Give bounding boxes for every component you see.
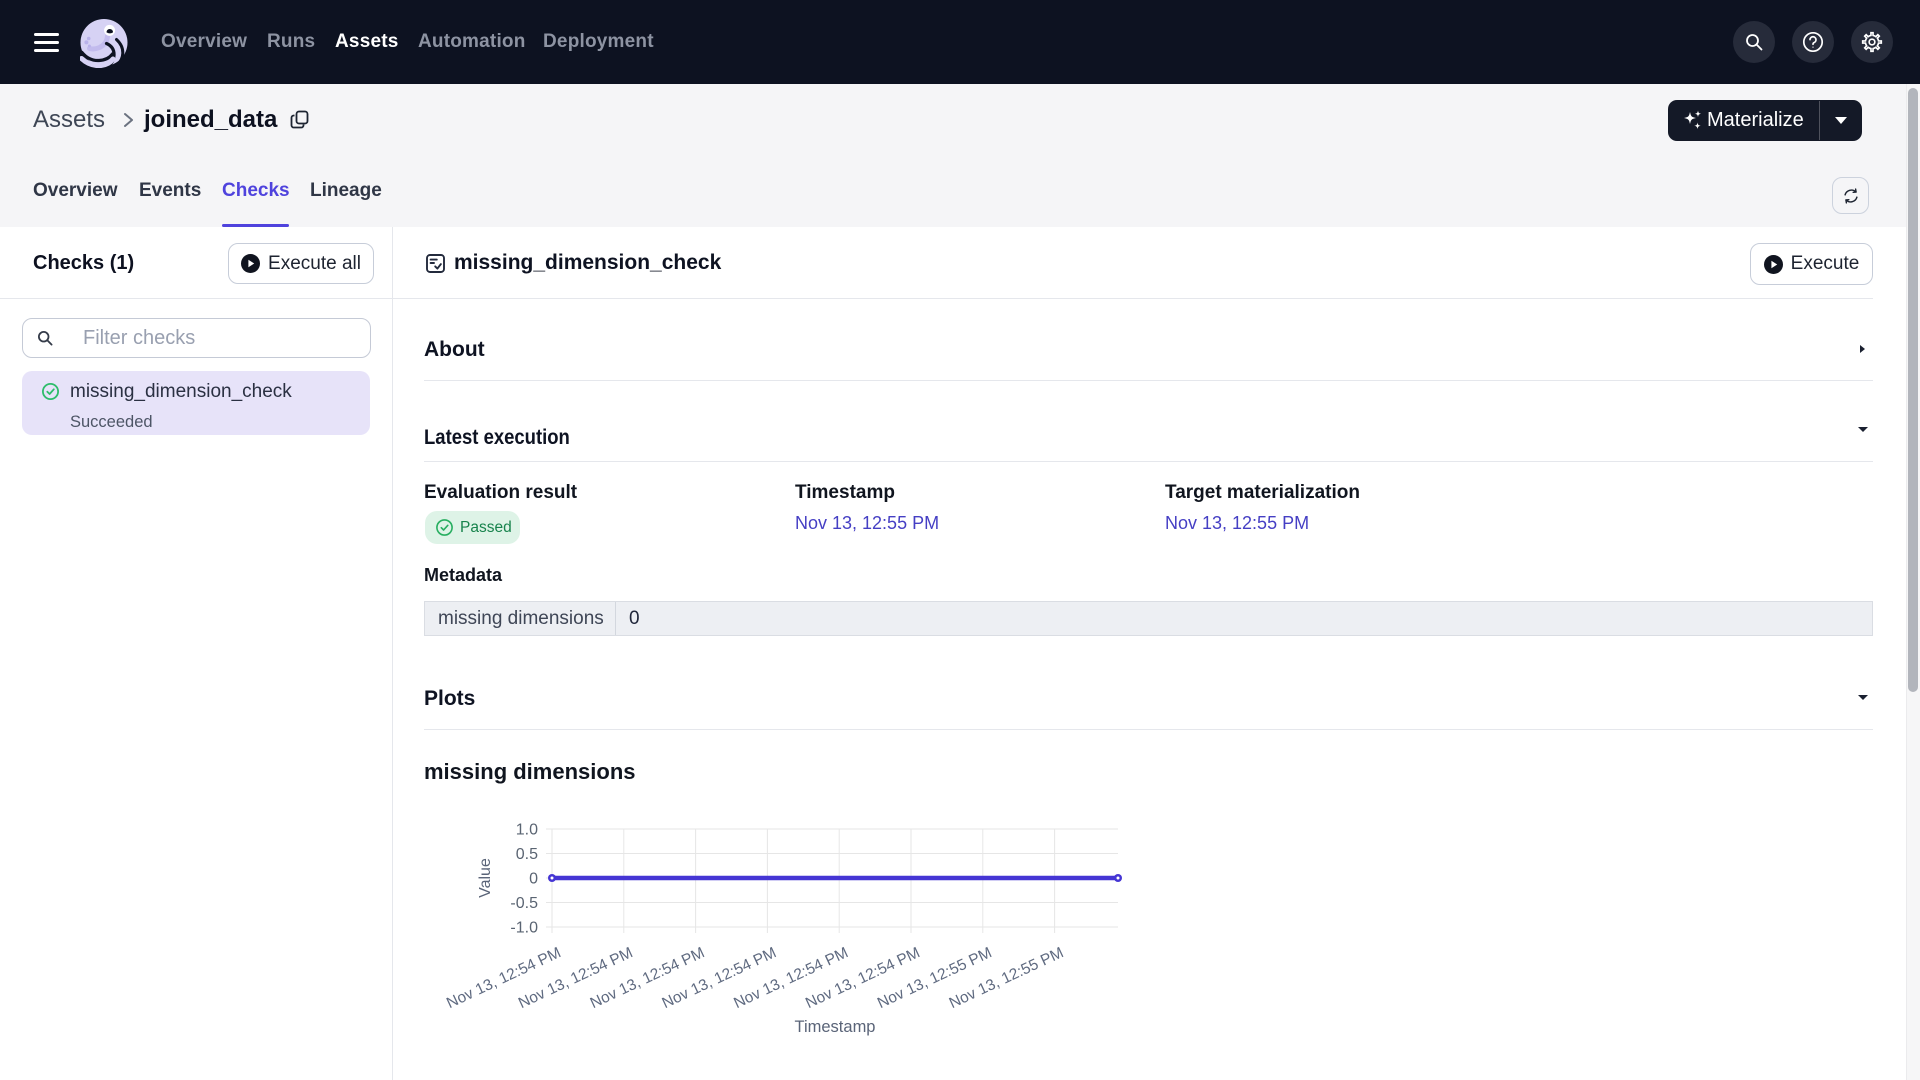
svg-text:-0.5: -0.5 bbox=[510, 895, 538, 912]
svg-text:Nov 13, 12:54 PM: Nov 13, 12:54 PM bbox=[444, 944, 564, 1012]
svg-text:Value: Value bbox=[477, 858, 494, 898]
svg-text:0: 0 bbox=[529, 871, 538, 888]
svg-text:-1.0: -1.0 bbox=[510, 920, 538, 937]
svg-text:1.0: 1.0 bbox=[516, 822, 538, 839]
svg-text:0.5: 0.5 bbox=[516, 846, 538, 863]
svg-text:Timestamp: Timestamp bbox=[795, 1018, 876, 1036]
